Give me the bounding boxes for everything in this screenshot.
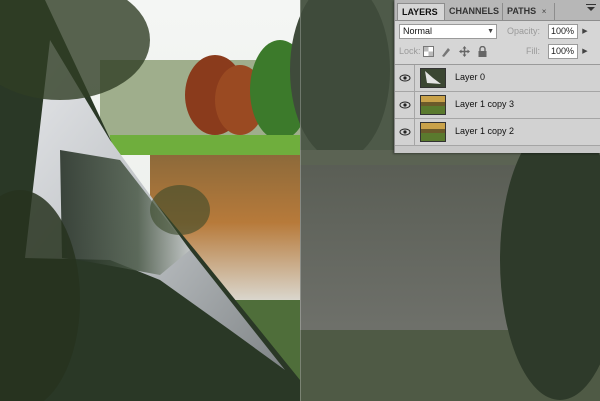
opacity-arrow-icon[interactable]: ▶: [580, 24, 590, 39]
lock-label: Lock:: [399, 46, 421, 56]
layer-thumbnail: [420, 68, 446, 88]
tab-layers[interactable]: LAYERS: [397, 3, 445, 20]
blend-mode-value: Normal: [403, 26, 433, 36]
tab-channels[interactable]: CHANNELS: [445, 3, 503, 20]
layer-row-1[interactable]: Layer 1 copy 3: [395, 92, 600, 119]
fill-label: Fill:: [526, 46, 540, 56]
layer-row-0[interactable]: Layer 0: [395, 65, 600, 92]
opacity-value: 100%: [551, 26, 575, 36]
layer-name: Layer 1 copy 2: [455, 126, 515, 136]
visibility-eye-icon[interactable]: [395, 65, 415, 91]
layer-row-2[interactable]: Layer 1 copy 2: [395, 119, 600, 146]
panel-tab-bar: LAYERS CHANNELS PATHS ×: [395, 0, 600, 21]
tab-paths[interactable]: PATHS ×: [503, 3, 555, 20]
layers-panel: LAYERS CHANNELS PATHS × Normal ▼ Opacity…: [394, 0, 600, 153]
visibility-eye-icon[interactable]: [395, 119, 415, 145]
lock-transparent-icon[interactable]: [423, 46, 434, 57]
layer-name: Layer 1 copy 3: [455, 99, 515, 109]
chevron-down-icon: ▼: [487, 28, 494, 35]
fill-field[interactable]: 100%: [548, 44, 578, 59]
opacity-field[interactable]: 100%: [548, 24, 578, 39]
fill-arrow-icon[interactable]: ▶: [580, 44, 590, 59]
blend-mode-select[interactable]: Normal ▼: [399, 24, 497, 39]
layer-thumbnail: [420, 95, 446, 115]
tab-close-icon[interactable]: ×: [542, 7, 547, 16]
lock-row: Lock: Fill: 100% ▶: [399, 44, 597, 60]
lock-paint-icon[interactable]: [441, 46, 452, 57]
layer-name: Layer 0: [455, 72, 486, 82]
panel-menu-icon[interactable]: [584, 4, 598, 16]
tab-paths-label: PATHS: [507, 6, 537, 16]
layers-list: Layer 0 Layer 1 copy 3 Layer 1 copy 2: [395, 64, 600, 153]
layer-thumbnail: [420, 122, 446, 142]
lock-move-icon[interactable]: [459, 46, 470, 57]
tab-layers-label: LAYERS: [402, 7, 438, 17]
lock-all-icon[interactable]: [477, 46, 488, 57]
opacity-label: Opacity:: [507, 26, 541, 36]
blend-row: Normal ▼ Opacity: 100% ▶: [399, 24, 597, 40]
visibility-eye-icon[interactable]: [395, 92, 415, 118]
fill-value: 100%: [551, 46, 575, 56]
tab-channels-label: CHANNELS: [449, 6, 500, 16]
